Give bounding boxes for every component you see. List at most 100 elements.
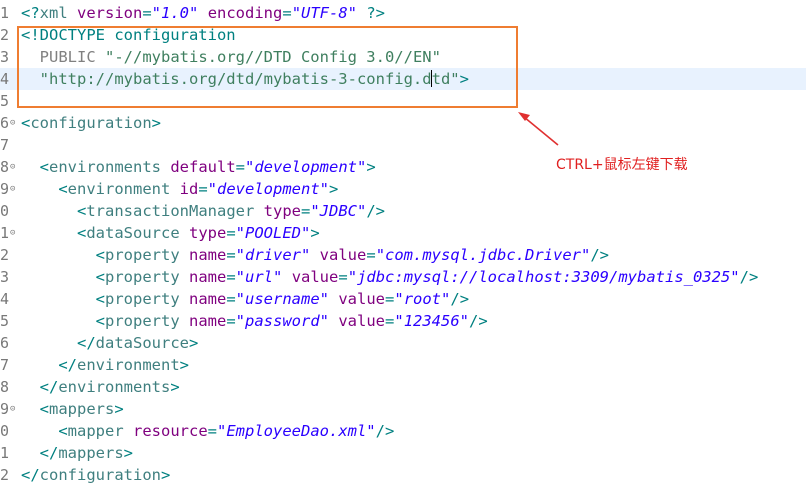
line-number: 3 — [0, 268, 10, 286]
code-line[interactable]: 0 <mapper resource="EmployeeDao.xml"/> — [0, 420, 806, 442]
line-number: 8 — [0, 378, 10, 396]
code-token: = — [300, 202, 311, 220]
code-text[interactable]: <property name="password" value="123456"… — [21, 310, 488, 332]
code-token: <? — [21, 4, 40, 22]
code-token: mapper — [67, 422, 133, 440]
code-text[interactable]: <mappers> — [21, 398, 124, 420]
code-token: < — [58, 422, 68, 440]
code-token: version — [77, 4, 143, 22]
code-token: "POOLED" — [235, 224, 311, 242]
code-line[interactable]: 8 </environments> — [0, 376, 806, 398]
code-text[interactable]: </configuration> — [21, 464, 170, 486]
code-token: < — [95, 246, 105, 264]
annotation-label: CTRL+鼠标左键下载 — [556, 157, 688, 173]
code-token: /> — [375, 422, 395, 440]
code-line[interactable]: 5 <property name="password" value="12345… — [0, 310, 806, 332]
line-number: 5 — [0, 312, 10, 330]
code-text[interactable]: <transactionManager type="JDBC"/> — [21, 200, 385, 222]
code-token: environments — [58, 378, 171, 396]
fold-collapse-icon[interactable]: ⊝ — [10, 228, 15, 238]
code-line[interactable]: 7 </environment> — [0, 354, 806, 376]
line-number: 1 — [0, 444, 10, 462]
code-text[interactable]: <dataSource type="POOLED"> — [21, 222, 320, 244]
code-line[interactable]: 2 </configuration> — [0, 464, 806, 486]
code-token: </ — [39, 444, 59, 462]
code-token: = — [226, 246, 236, 264]
code-text[interactable]: <mapper resource="EmployeeDao.xml"/> — [21, 420, 394, 442]
code-token: "UTF-8" — [291, 4, 358, 22]
fold-collapse-icon[interactable]: ⊝ — [10, 184, 15, 194]
fold-collapse-icon[interactable]: ⊝ — [10, 118, 15, 128]
line-number: 0 — [0, 202, 10, 220]
line-number: 7 — [0, 136, 10, 154]
code-token: dataSource — [95, 334, 189, 352]
code-line[interactable]: 0 <transactionManager type="JDBC"/> — [0, 200, 806, 222]
code-line[interactable]: 1 </mappers> — [0, 442, 806, 464]
code-token: configuration — [30, 114, 152, 132]
code-token: > — [366, 158, 376, 176]
code-text[interactable]: <environments default="development"> — [21, 156, 376, 178]
code-token: id — [179, 180, 199, 198]
code-token: < — [39, 158, 50, 176]
code-token: mappers — [58, 444, 124, 462]
code-token: name — [189, 312, 227, 330]
fold-collapse-icon[interactable]: ⊝ — [10, 162, 15, 172]
code-token: > — [329, 180, 339, 198]
code-token: "com.mysql.jdbc.Driver" — [375, 246, 591, 264]
fold-collapse-icon[interactable]: ⊝ — [10, 404, 15, 414]
line-number: 4 — [0, 290, 10, 308]
code-token: > — [179, 356, 189, 374]
code-token: /> — [590, 246, 609, 264]
code-line[interactable]: 4 <property name="username" value="root"… — [0, 288, 806, 310]
code-token: > — [310, 224, 320, 242]
code-token: = — [226, 312, 236, 330]
code-token: encoding — [207, 4, 283, 22]
code-token: </ — [77, 334, 96, 352]
code-token: "url" — [235, 268, 283, 286]
code-text[interactable]: </environments> — [21, 376, 180, 398]
code-token: configuration — [39, 466, 161, 484]
code-text[interactable]: </environment> — [21, 354, 189, 376]
code-line[interactable]: 1 <?xml version="1.0" encoding="UTF-8" ?> — [0, 2, 806, 24]
code-text[interactable]: <property name="username" value="root"/> — [21, 288, 469, 310]
code-token: value — [338, 312, 386, 330]
code-line[interactable]: 9 ⊝ <environment id="development"> — [0, 178, 806, 200]
code-token: default — [170, 158, 236, 176]
code-text[interactable]: </dataSource> — [21, 332, 198, 354]
code-line[interactable]: 1 ⊝ <dataSource type="POOLED"> — [0, 222, 806, 244]
line-number: 7 — [0, 356, 10, 374]
line-number: 5 — [0, 92, 10, 110]
code-token: "username" — [235, 290, 329, 308]
code-token: "EmployeeDao.xml" — [217, 422, 376, 440]
code-line[interactable]: 9 ⊝ <mappers> — [0, 398, 806, 420]
code-token: "jdbc:mysql://localhost:3309/mybatis_032… — [347, 268, 740, 286]
code-token: </ — [58, 356, 77, 374]
code-token: property — [105, 290, 189, 308]
code-line[interactable]: 6 </dataSource> — [0, 332, 806, 354]
code-line[interactable]: 3 <property name="url" value="jdbc:mysql… — [0, 266, 806, 288]
code-text[interactable]: <property name="url" value="jdbc:mysql:/… — [21, 266, 759, 288]
code-token: name — [189, 268, 227, 286]
code-token: < — [58, 180, 68, 198]
line-number: 0 — [0, 422, 10, 440]
code-line[interactable]: 2 <property name="driver" value="com.mys… — [0, 244, 806, 266]
code-text[interactable]: <environment id="development"> — [21, 178, 338, 200]
code-text[interactable]: <?xml version="1.0" encoding="UTF-8" ?> — [21, 2, 385, 24]
code-text[interactable]: <property name="driver" value="com.mysql… — [21, 244, 609, 266]
code-token: dataSource — [86, 224, 189, 242]
code-token: "1.0" — [151, 4, 199, 22]
code-text[interactable]: <configuration> — [21, 112, 161, 134]
code-text[interactable]: </mappers> — [21, 442, 133, 464]
code-token: /> — [739, 268, 759, 286]
code-line[interactable]: 7 — [0, 134, 806, 156]
code-line[interactable]: 6 ⊝ <configuration> — [0, 112, 806, 134]
code-token: value — [319, 246, 367, 264]
